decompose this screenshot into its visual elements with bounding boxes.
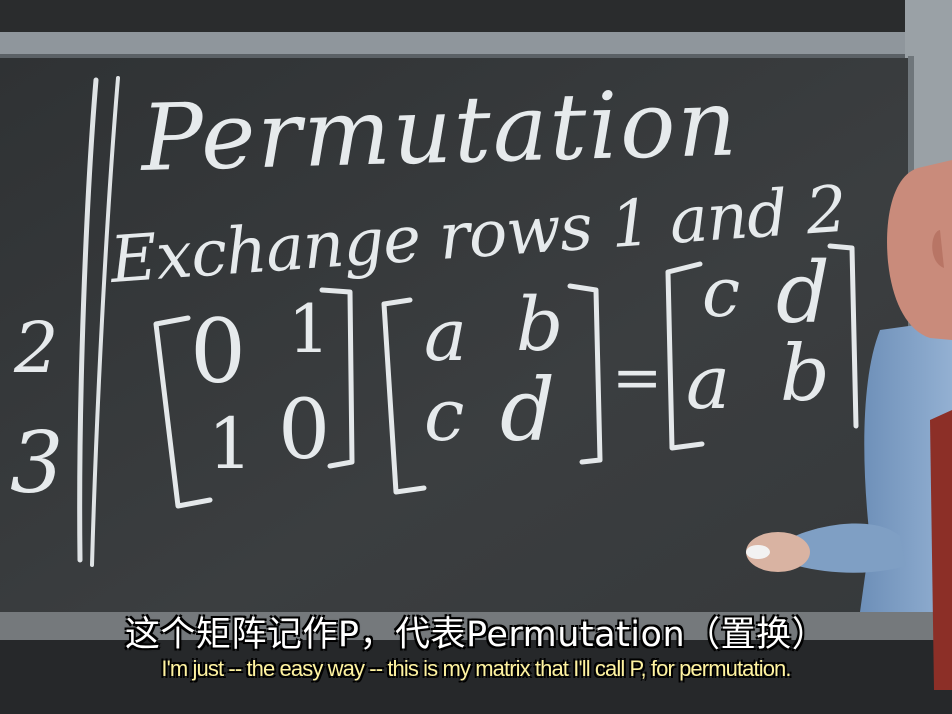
matrix-p-entry-12: 1 <box>288 291 330 368</box>
matrix-out-entry-d: d <box>776 244 830 342</box>
matrix-p-entry-22: 0 <box>278 383 330 478</box>
equals-sign: = <box>612 343 662 413</box>
english-subtitle: I'm just -- the easy way -- this is my m… <box>161 656 791 681</box>
board-frame-top <box>0 32 952 56</box>
matrix-in-entry-d: d <box>500 361 555 461</box>
matrix-in-entry-b: b <box>516 282 563 368</box>
matrix-out-entry-b: b <box>780 329 830 419</box>
matrix-out-entry-c: c <box>702 254 740 333</box>
matrix-p-entry-21: 1 <box>208 403 253 485</box>
chinese-subtitle: 这个矩阵记作P，代表Permutation（置换） <box>124 615 828 655</box>
board-title: Permutation <box>138 69 740 192</box>
board-frame-top-shadow <box>0 54 952 58</box>
chalk-in-hand <box>746 545 770 559</box>
matrix-p-entry-11: 0 <box>190 300 246 403</box>
matrix-in-entry-a: a <box>424 293 467 377</box>
matrix-in-entry-c: c <box>424 373 464 457</box>
upper-board-strip <box>0 0 952 34</box>
margin-digit-3: 3 <box>10 414 63 512</box>
margin-digit-2: 2 <box>13 307 59 389</box>
matrix-out-entry-a: a <box>686 340 730 426</box>
